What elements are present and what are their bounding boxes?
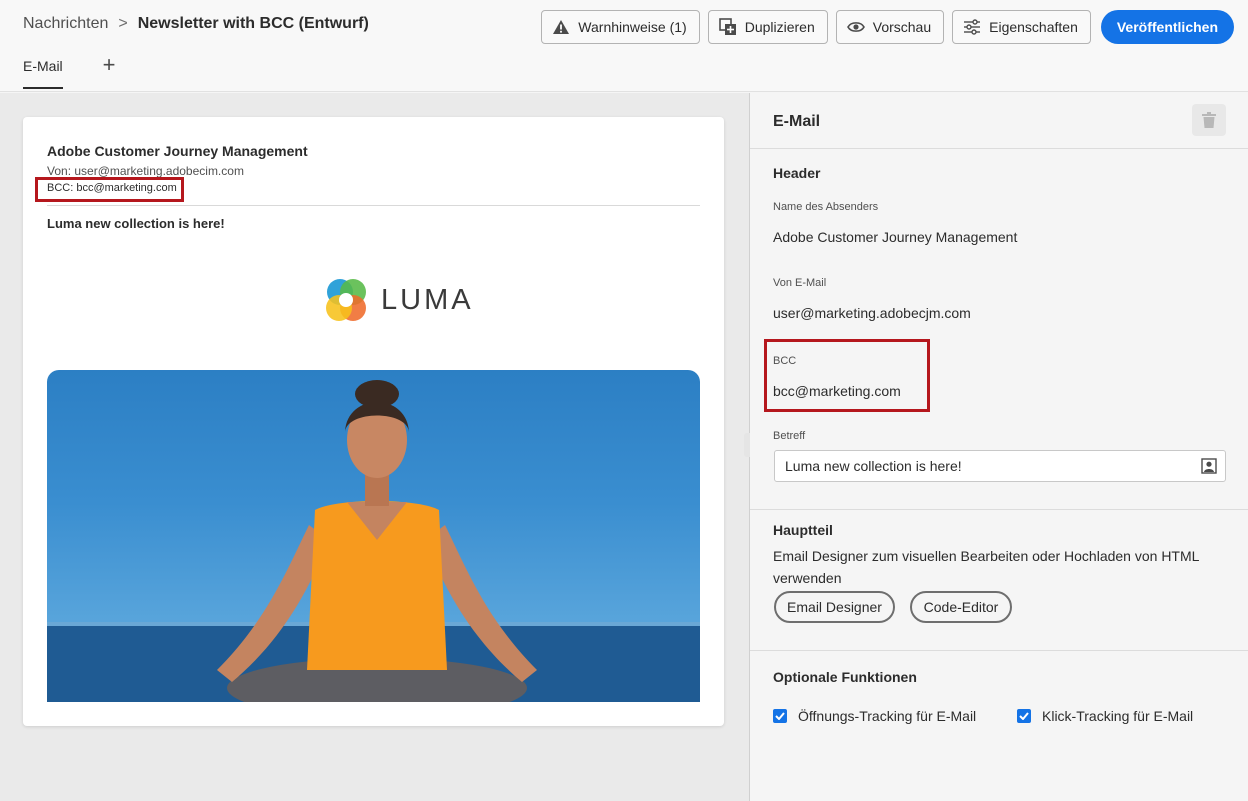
luma-logo: LUMA [323,277,474,323]
panel-title: E-Mail [773,113,821,130]
hero-illustration [47,380,700,702]
trash-icon [1202,112,1216,128]
subject-input[interactable]: Luma new collection is here! [774,450,1226,482]
open-tracking-label: Öffnungs-Tracking für E-Mail [798,708,977,724]
checkmark-icon [1019,712,1029,720]
personalization-icon [1201,458,1217,474]
panel-divider-body [750,509,1248,510]
preview-sender-name: Adobe Customer Journey Management [47,143,308,159]
header-section-title: Header [773,165,821,181]
email-preview-card: Adobe Customer Journey Management Von: u… [23,117,724,726]
page-title: Newsletter with BCC (Entwurf) [137,15,369,32]
bcc-highlight-box-panel [764,339,930,412]
bcc-value: bcc@marketing.com [773,383,901,399]
panel-divider-optional [750,650,1248,651]
from-email-label: Von E-Mail [773,277,827,289]
properties-panel: E-Mail Header Name des Absenders Adobe C… [750,93,1248,801]
add-tab-button[interactable]: + [103,53,116,77]
duplicate-icon [718,18,736,35]
properties-icon [964,19,981,35]
bcc-highlight-box [35,177,184,202]
email-preview-canvas: Adobe Customer Journey Management Von: u… [0,93,749,801]
duplicate-button[interactable]: Duplizieren [707,10,828,44]
add-icon: + [102,52,116,77]
breadcrumb: Nachrichten > Newsletter with BCC (Entwu… [23,15,369,33]
preview-divider [47,205,700,206]
from-email-value: user@marketing.adobecjm.com [773,305,971,321]
tab-email[interactable]: E-Mail [23,52,63,89]
luma-logo-mark-icon [326,279,366,321]
luma-logo-text: LUMA [381,283,474,316]
properties-button[interactable]: Eigenschaften [952,10,1091,44]
open-tracking-checkbox[interactable] [773,709,787,723]
click-tracking-checkbox[interactable] [1017,709,1031,723]
top-bar: Nachrichten > Newsletter with BCC (Entwu… [0,0,1248,92]
sender-name-label: Name des Absenders [773,201,879,213]
subject-input-value: Luma new collection is here! [785,458,962,474]
panel-divider-top [750,148,1248,149]
publish-button[interactable]: Veröffentlichen [1100,10,1234,44]
alert-icon [553,20,570,34]
tab-bar: E-Mail + [23,52,116,89]
warnings-button-label: Warnhinweise (1) [578,19,687,35]
checkmark-icon [775,712,785,720]
preview-button[interactable]: Vorschau [835,10,945,44]
sender-name-value: Adobe Customer Journey Management [773,229,1018,245]
warnings-button[interactable]: Warnhinweise (1) [541,10,700,44]
click-tracking-label: Klick-Tracking für E-Mail [1042,708,1194,724]
code-editor-button[interactable]: Code-Editor [910,591,1012,623]
subject-label: Betreff [773,430,806,442]
personalization-button[interactable] [1201,458,1217,477]
breadcrumb-separator: > [118,15,128,32]
preview-button-label: Vorschau [872,19,932,35]
preview-from-line: Von: user@marketing.adobecim.com [47,164,244,178]
hero-image [47,370,700,702]
body-section-title: Hauptteil [773,522,833,538]
bcc-label: BCC [773,355,797,367]
toolbar: Warnhinweise (1) Duplizieren Vorschau Ei… [533,10,1234,44]
properties-button-label: Eigenschaften [989,19,1078,35]
delete-button[interactable] [1192,104,1226,136]
body-description: Email Designer zum visuellen Bearbeiten … [773,548,1199,586]
preview-subject: Luma new collection is here! [47,216,225,231]
optional-section-title: Optionale Funktionen [773,669,917,685]
duplicate-button-label: Duplizieren [744,19,815,35]
eye-icon [846,22,865,32]
breadcrumb-parent-link[interactable]: Nachrichten [23,15,108,33]
email-designer-button[interactable]: Email Designer [774,591,895,623]
